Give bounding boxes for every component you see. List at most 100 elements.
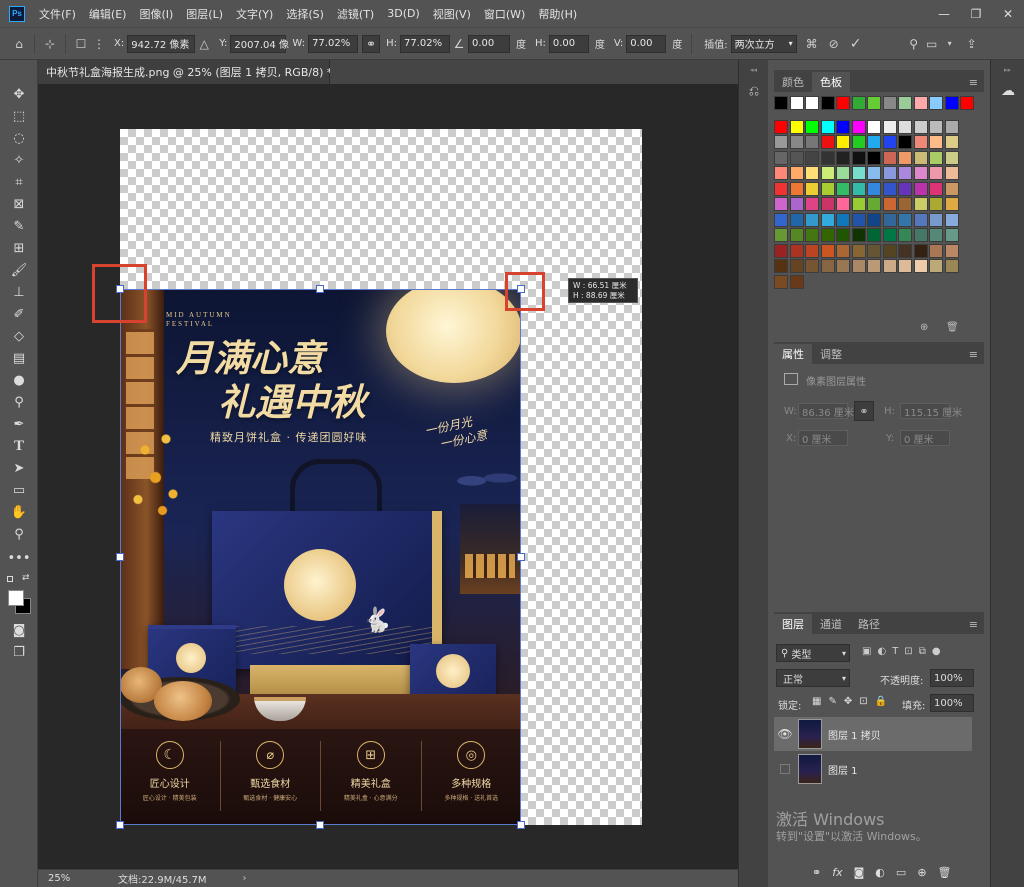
rotate-angle-field[interactable]: 0.00 [467,34,510,53]
color-swatch[interactable] [913,181,928,196]
color-swatch[interactable] [774,119,788,134]
crop-tool-icon[interactable]: ⌗ [8,172,30,192]
foreground-color-swatch[interactable] [8,590,24,606]
color-swatch[interactable] [789,228,804,242]
layer-name[interactable]: 图层 1 [828,762,858,777]
color-swatch[interactable] [820,96,835,110]
color-swatch[interactable] [929,212,943,227]
color-swatch[interactable] [789,135,804,149]
color-swatch[interactable] [774,181,788,196]
quick-mask-icon[interactable]: ◙ [8,620,30,640]
color-swatch[interactable] [851,181,866,196]
color-swatch[interactable] [867,243,881,258]
prop-x-field[interactable]: 0 厘米 [798,430,848,446]
color-swatch[interactable] [774,135,788,149]
layers-panel-menu-icon[interactable]: ≡ [969,614,978,634]
color-swatch[interactable] [805,259,819,273]
color-swatch[interactable] [929,135,943,149]
color-swatch[interactable] [913,166,928,180]
color-swatch[interactable] [898,181,912,196]
marquee-tool-icon[interactable]: ⬚ [8,106,30,126]
color-swatch[interactable] [944,166,959,180]
color-swatch[interactable] [929,243,943,258]
status-menu-chevron-icon[interactable]: › [243,873,247,884]
transform-handle-bottom[interactable] [316,821,324,829]
menu-filter[interactable]: 滤镜(T) [337,6,374,22]
color-swatch[interactable] [805,197,819,211]
layer-effects-icon[interactable]: fx [832,866,842,879]
interpolation-select[interactable]: 两次立方 ▾ [730,34,797,53]
color-swatch[interactable] [898,96,912,110]
tab-adjustments[interactable]: 调整 [812,344,850,364]
transform-handle-top[interactable] [316,285,324,293]
swap-colors-icon[interactable]: ⇄ [22,573,30,583]
color-swatch[interactable] [929,259,943,273]
color-swatch[interactable] [867,166,881,180]
color-swatch[interactable] [913,197,928,211]
color-swatch[interactable] [774,243,788,258]
type-tool-icon[interactable]: T [8,436,30,456]
horizontal-skew-field[interactable]: 0.00 [548,34,589,53]
color-swatch[interactable] [867,212,881,227]
color-swatch[interactable] [851,135,866,149]
move-tool-icon[interactable]: ✥ [8,84,30,104]
healing-brush-tool-icon[interactable]: ⊞ [8,238,30,258]
color-swatch[interactable] [836,212,850,227]
color-swatch[interactable] [789,197,804,211]
color-swatch[interactable] [898,243,912,258]
filter-smart-object-icon[interactable]: ⧉ [919,646,926,657]
lock-transparent-icon[interactable]: ▦ [812,696,821,707]
color-swatch[interactable] [820,212,835,227]
layer-filter-select[interactable]: ⚲ 类型 ▾ [776,644,850,662]
color-swatch[interactable] [789,166,804,180]
color-swatch[interactable] [944,212,959,227]
color-swatch[interactable] [774,150,788,165]
color-swatch[interactable] [805,212,819,227]
color-swatch[interactable] [836,166,850,180]
color-swatch[interactable] [898,197,912,211]
layer-row-copy[interactable]: 👁 图层 1 拷贝 [774,717,972,751]
menu-file[interactable]: 文件(F) [39,6,76,22]
color-swatch[interactable] [836,135,850,149]
screen-mode-icon[interactable]: ❐ [8,642,30,662]
lock-artboard-icon[interactable]: ⊡ [859,696,867,707]
color-swatch[interactable] [851,166,866,180]
new-swatch-icon[interactable]: ⊕ [920,322,928,333]
hand-tool-icon[interactable]: ✋ [8,502,30,522]
visibility-toggle[interactable] [780,764,790,774]
history-panel-icon[interactable]: ⎌ [745,82,763,100]
gradient-tool-icon[interactable]: ▤ [8,348,30,368]
lock-image-icon[interactable]: ✎ [828,696,836,707]
color-swatch[interactable] [867,150,881,165]
color-swatch[interactable] [898,228,912,242]
layer-name[interactable]: 图层 1 拷贝 [828,727,881,742]
color-swatch[interactable] [944,243,959,258]
color-swatch[interactable] [929,150,943,165]
commit-transform-icon[interactable]: ✓ [847,35,865,53]
color-swatch[interactable] [944,259,959,273]
delete-layer-icon[interactable]: 🗑 [938,866,952,879]
color-swatch[interactable] [882,96,897,110]
color-swatch[interactable] [882,135,897,149]
restore-icon[interactable]: ❐ [960,0,992,27]
color-swatch[interactable] [913,228,928,242]
color-swatch[interactable] [882,166,897,180]
color-swatch[interactable] [851,212,866,227]
color-swatch[interactable] [836,119,850,134]
path-selection-tool-icon[interactable]: ➤ [8,458,30,478]
lasso-tool-icon[interactable]: ◌ [8,128,30,148]
color-swatch[interactable] [944,96,959,110]
close-icon[interactable]: ✕ [992,0,1024,27]
color-swatch[interactable] [867,259,881,273]
dodge-tool-icon[interactable]: ⚲ [8,392,30,412]
cancel-transform-icon[interactable]: ⊘ [825,35,843,53]
color-swatch[interactable] [867,135,881,149]
document-tab[interactable]: 中秋节礼盒海报生成.png @ 25% (图层 1 拷贝, RGB/8) * × [38,60,356,84]
eraser-tool-icon[interactable]: ◇ [8,326,30,346]
color-swatch[interactable] [851,96,866,110]
tab-swatches[interactable]: 色板 [812,72,850,92]
color-swatch[interactable] [851,119,866,134]
color-swatch[interactable] [836,243,850,258]
link-icon[interactable]: ⚭ [362,34,381,53]
filter-toggle-icon[interactable]: ● [932,646,941,657]
